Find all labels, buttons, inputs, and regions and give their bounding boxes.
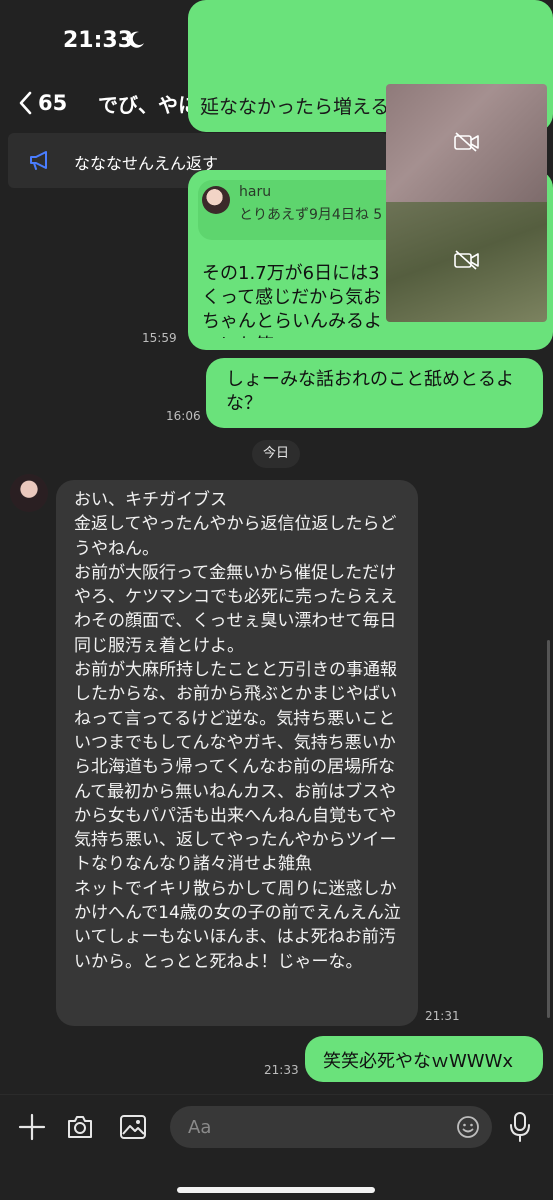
- message-input-field[interactable]: [170, 1106, 492, 1148]
- home-indicator[interactable]: [177, 1187, 375, 1193]
- message-time: 15:59: [142, 331, 177, 345]
- unread-count: 65: [38, 91, 68, 115]
- quoted-name: haru: [239, 184, 272, 200]
- message-text: 笑笑必死やなｗWWWx: [323, 1051, 514, 1072]
- message-text: しょーみな話おれのこと舐めとるよな？: [226, 369, 514, 414]
- megaphone-icon: [30, 151, 47, 170]
- message-text: その1.7万が6日には3 くって感じだから気お ちゃんとらいんみるよーにね笑: [202, 263, 382, 338]
- plus-icon[interactable]: [18, 1113, 46, 1141]
- message-bubble[interactable]: 笑笑必死やなｗWWWx: [305, 1036, 543, 1082]
- sender-avatar[interactable]: [10, 474, 48, 512]
- announcement-text: なななせんえん返す: [74, 154, 219, 173]
- scrollbar[interactable]: [547, 640, 550, 1018]
- video-off-icon: [454, 132, 479, 152]
- message-time: 16:06: [166, 409, 201, 423]
- status-time: 21:33: [63, 28, 134, 53]
- emoji-icon[interactable]: [456, 1115, 480, 1139]
- message-time: 21:31: [425, 1009, 460, 1023]
- message-input[interactable]: [188, 1114, 438, 1140]
- message-text: おい、キチガイブス 金返してやったんやから返信位返したらどうやねん。 お前が大阪…: [74, 490, 401, 972]
- message-text-fragment: 延ななかったら増えるぞ: [200, 96, 390, 118]
- video-off-icon: [454, 250, 479, 270]
- video-feed-2[interactable]: [386, 202, 547, 322]
- back-button[interactable]: 65: [18, 86, 67, 120]
- message-bubble[interactable]: しょーみな話おれのこと舐めとるよな？: [206, 358, 543, 428]
- chevron-left-icon: [19, 91, 32, 115]
- moon-icon: [128, 31, 144, 48]
- input-bar: [0, 1094, 553, 1200]
- message-bubble-incoming[interactable]: おい、キチガイブス 金返してやったんやから返信位返したらどうやねん。 お前が大阪…: [56, 480, 418, 1026]
- message-time: 21:33: [264, 1063, 299, 1077]
- image-icon[interactable]: [119, 1114, 147, 1140]
- video-call-panel[interactable]: [386, 84, 547, 322]
- video-feed-1[interactable]: [386, 84, 547, 202]
- camera-icon[interactable]: [66, 1114, 94, 1140]
- quoted-snippet: とりあえず9月4日ね 5: [239, 207, 383, 223]
- microphone-icon[interactable]: [509, 1111, 531, 1143]
- quoted-avatar: [202, 186, 230, 214]
- date-divider: 今日: [252, 440, 300, 468]
